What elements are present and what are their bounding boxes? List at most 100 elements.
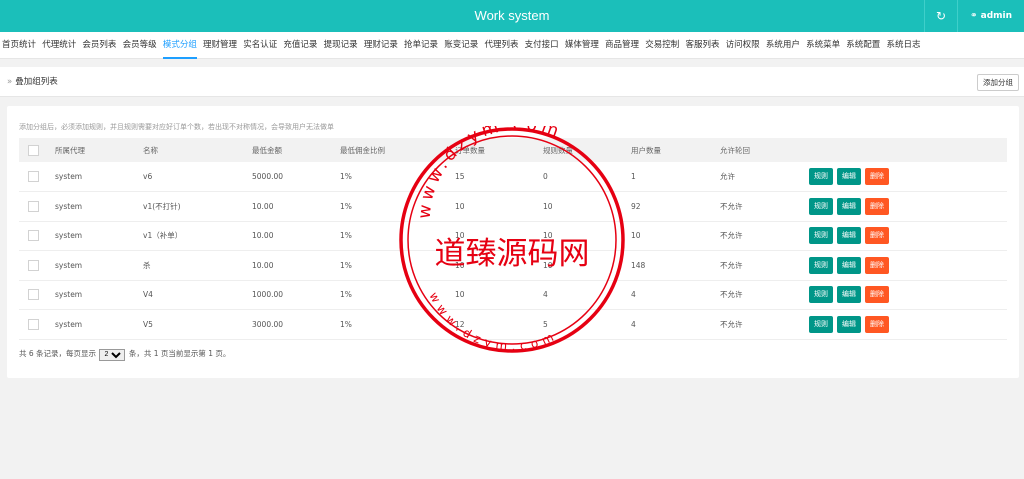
edit-button[interactable]: 编辑 <box>837 256 861 274</box>
nav-item-4[interactable]: 模式分组 <box>162 32 197 59</box>
nav-item-22[interactable]: 系统日志 <box>886 32 920 59</box>
cell-orders: 12 <box>455 319 465 329</box>
page-size-select[interactable]: 20 <box>99 348 126 361</box>
nav-item-15[interactable]: 商品管理 <box>605 32 639 59</box>
pagination-suffix: 条，共 1 页当前显示第 1 页。 <box>128 349 231 358</box>
delete-button[interactable]: 删除 <box>865 227 889 245</box>
row-checkbox[interactable] <box>28 318 39 330</box>
cell-cycle: 不允许 <box>720 319 743 329</box>
cell-agent: system <box>55 290 83 300</box>
cell-name: v1（补单） <box>143 231 183 241</box>
cell-min_amount: 3000.00 <box>252 319 284 329</box>
cell-orders: 10 <box>455 231 465 241</box>
edit-button[interactable]: 编辑 <box>837 315 861 333</box>
edit-button[interactable]: 编辑 <box>837 286 861 304</box>
cell-agent: system <box>55 172 83 181</box>
cell-ratio: 1% <box>340 172 352 181</box>
app-title: Work system <box>474 8 550 23</box>
nav-item-12[interactable]: 代理列表 <box>484 32 518 59</box>
delete-button[interactable]: 删除 <box>865 315 889 333</box>
nav-item-1[interactable]: 代理统计 <box>42 32 76 59</box>
row-actions: 规则 编辑 删除 <box>809 280 1007 310</box>
rule-button[interactable]: 规则 <box>809 315 833 333</box>
cell-name: V4 <box>143 290 153 300</box>
delete-button[interactable]: 删除 <box>865 256 889 274</box>
cell-orders: 15 <box>455 172 465 181</box>
nav-item-17[interactable]: 客服列表 <box>685 32 719 59</box>
cell-ratio: 1% <box>340 319 352 329</box>
user-menu[interactable]: ⚭ admin <box>957 0 1024 32</box>
cell-ratio: 1% <box>340 231 352 241</box>
content-card: 添加分组后，必须添加规则，并且规则需要对应好订单个数，若出现不对称情况，会导致用… <box>7 106 1019 378</box>
table-header-row: 所属代理 名称 最低金额 最低佣金比例 订单数量 规则数量 用户数量 允许轮回 <box>19 138 1007 162</box>
delete-button[interactable]: 删除 <box>865 168 889 185</box>
nav-item-19[interactable]: 系统用户 <box>766 32 800 59</box>
cell-min_amount: 5000.00 <box>252 172 284 181</box>
cell-rules: 10 <box>543 201 553 211</box>
nav-item-9[interactable]: 理财记录 <box>364 32 398 59</box>
nav-item-7[interactable]: 充值记录 <box>283 32 317 59</box>
nav-item-14[interactable]: 媒体管理 <box>565 32 599 59</box>
cell-rules: 10 <box>543 260 553 270</box>
nav-item-13[interactable]: 支付接口 <box>525 32 559 59</box>
table-row: system 杀 10.00 1% 10 10 148 不允许 规则 编辑 删除 <box>19 251 1007 280</box>
table-row: system V4 1000.00 1% 10 4 4 不允许 规则 编辑 删除 <box>19 280 1007 310</box>
delete-button[interactable]: 删除 <box>865 286 889 304</box>
add-group-button[interactable]: 添加分组 <box>977 74 1019 91</box>
row-checkbox[interactable] <box>28 200 39 212</box>
rule-button[interactable]: 规则 <box>809 256 833 274</box>
nav-item-21[interactable]: 系统配置 <box>846 32 880 59</box>
rule-button[interactable]: 规则 <box>809 168 833 185</box>
row-checkbox[interactable] <box>28 259 39 271</box>
cell-cycle: 不允许 <box>720 201 743 211</box>
nav-item-18[interactable]: 访问权限 <box>726 32 760 59</box>
row-checkbox[interactable] <box>28 230 39 242</box>
cell-ratio: 1% <box>340 201 352 211</box>
breadcrumb-bar: » 叠加组列表 添加分组 <box>0 67 1024 97</box>
row-checkbox[interactable] <box>28 289 39 301</box>
top-header: Work system ↻ ⚭ admin <box>0 0 1024 32</box>
col-agent: 所属代理 <box>55 145 85 155</box>
rule-button[interactable]: 规则 <box>809 197 833 215</box>
nav-item-10[interactable]: 抢单记录 <box>404 32 438 59</box>
select-all-checkbox[interactable] <box>28 144 39 156</box>
col-cycle: 允许轮回 <box>720 145 750 155</box>
nav-item-0[interactable]: 首页统计 <box>2 32 36 59</box>
edit-button[interactable]: 编辑 <box>837 168 861 185</box>
table-row: system v1(不打针) 10.00 1% 10 10 92 不允许 规则 编辑 删除 <box>19 192 1007 222</box>
nav-item-11[interactable]: 账变记录 <box>444 32 478 59</box>
edit-button[interactable]: 编辑 <box>837 227 861 245</box>
nav-item-8[interactable]: 提现记录 <box>324 32 358 59</box>
nav-item-3[interactable]: 会员等级 <box>123 32 157 59</box>
cell-users: 1 <box>631 172 636 181</box>
rule-button[interactable]: 规则 <box>809 286 833 304</box>
row-actions: 规则 编辑 删除 <box>809 221 1007 251</box>
delete-button[interactable]: 删除 <box>865 197 889 215</box>
nav-item-16[interactable]: 交易控制 <box>645 32 679 59</box>
cell-orders: 10 <box>455 201 465 211</box>
cell-name: v1(不打针) <box>143 201 181 211</box>
cell-users: 4 <box>631 290 636 300</box>
cell-min_amount: 10.00 <box>252 201 274 211</box>
select-all-cell <box>19 138 55 162</box>
nav-item-5[interactable]: 理财管理 <box>203 32 237 59</box>
notice-text: 添加分组后，必须添加规则，并且规则需要对应好订单个数，若出现不对称情况，会导致用… <box>19 123 334 131</box>
cell-users: 4 <box>631 319 636 329</box>
cell-users: 148 <box>631 260 646 270</box>
row-checkbox[interactable] <box>28 171 39 182</box>
cell-agent: system <box>55 319 83 329</box>
cell-name: v6 <box>143 172 153 181</box>
rule-button[interactable]: 规则 <box>809 227 833 245</box>
col-orders: 订单数量 <box>455 145 485 155</box>
row-select-cell <box>19 280 55 310</box>
col-min-amount: 最低金额 <box>252 145 282 155</box>
edit-button[interactable]: 编辑 <box>837 197 861 215</box>
nav-item-20[interactable]: 系统菜单 <box>806 32 840 59</box>
cell-orders: 10 <box>455 260 465 270</box>
nav-item-6[interactable]: 实名认证 <box>243 32 277 59</box>
row-select-cell <box>19 192 55 222</box>
user-icon: ⚭ <box>969 11 978 21</box>
col-name: 名称 <box>143 145 158 155</box>
nav-item-2[interactable]: 会员列表 <box>82 32 116 59</box>
refresh-icon[interactable]: ↻ <box>924 0 957 32</box>
